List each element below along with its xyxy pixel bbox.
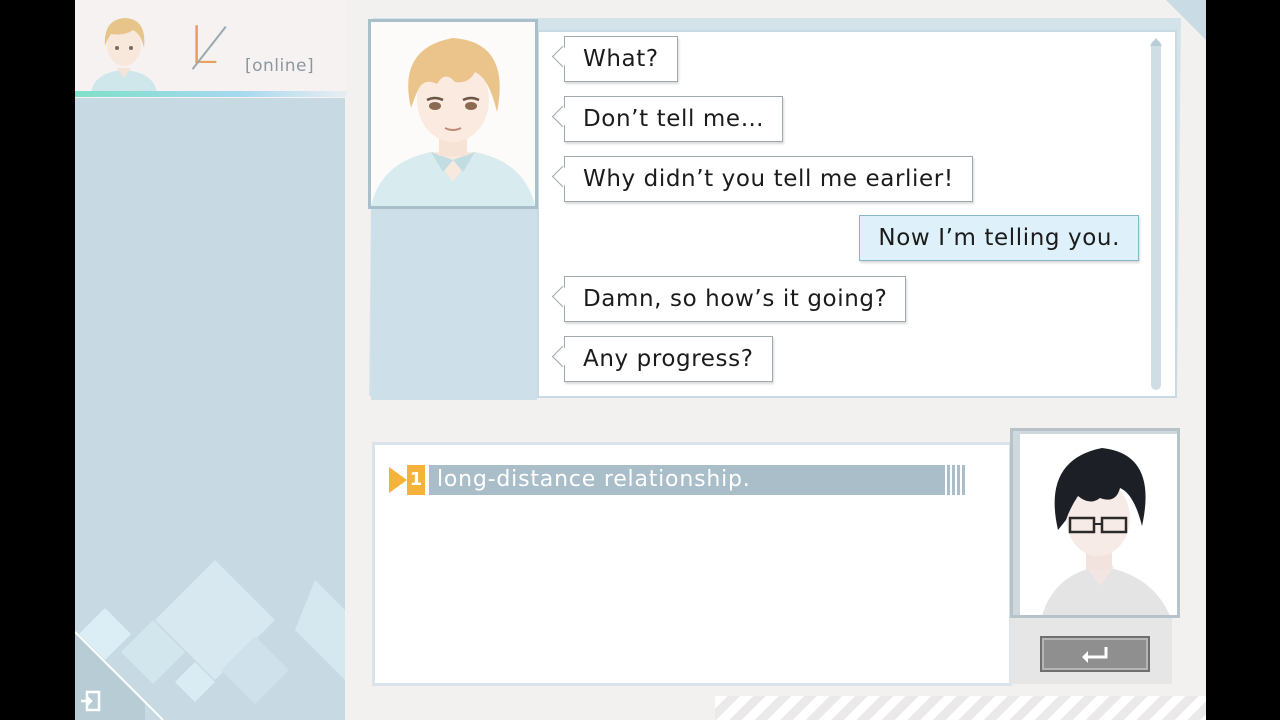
chat-bubble-outgoing: Now I’m telling you. xyxy=(859,215,1139,261)
player-portrait-frame xyxy=(1010,428,1180,618)
decorative-stripes xyxy=(715,696,1206,720)
exit-icon xyxy=(81,690,101,712)
choice-label: long-distance relationship. xyxy=(437,467,751,492)
contact-header: L [online] xyxy=(75,0,347,98)
exit-button[interactable] xyxy=(77,688,103,714)
enter-return-icon xyxy=(1082,647,1108,663)
chat-bubble-incoming: Damn, so how’s it going? xyxy=(564,276,907,322)
choice-text: long-distance relationship. xyxy=(429,465,967,495)
corner-decoration xyxy=(1166,0,1206,40)
friend-portrait xyxy=(368,19,538,209)
chat-bubble-incoming: Any progress? xyxy=(564,336,773,382)
scroll-up-arrow[interactable] xyxy=(1150,38,1162,46)
reply-choice-panel: 1 long-distance relationship. xyxy=(372,442,1012,686)
game-screen: L [online] What? Don’t tell me… Why didn… xyxy=(75,0,1206,720)
diamond-decoration xyxy=(75,560,345,720)
header-underline xyxy=(75,91,347,97)
choice-number: 1 xyxy=(407,465,425,495)
chat-scrollbar[interactable] xyxy=(1151,40,1161,390)
contact-name: L xyxy=(189,16,218,76)
send-button[interactable] xyxy=(1040,636,1150,672)
reply-choice-option[interactable]: 1 long-distance relationship. xyxy=(389,465,989,495)
player-portrait xyxy=(1020,434,1177,615)
choice-bar-end xyxy=(945,465,967,495)
chat-frame-strip xyxy=(371,206,537,400)
chat-bubble-incoming: Why didn’t you tell me earlier! xyxy=(564,156,973,202)
contact-avatar xyxy=(81,6,167,92)
chat-bubble-incoming: Don’t tell me… xyxy=(564,96,784,142)
contact-status: [online] xyxy=(245,56,315,76)
play-arrow-icon xyxy=(389,467,407,493)
chat-bubble-incoming: What? xyxy=(564,36,678,82)
contact-list-panel xyxy=(75,98,345,720)
